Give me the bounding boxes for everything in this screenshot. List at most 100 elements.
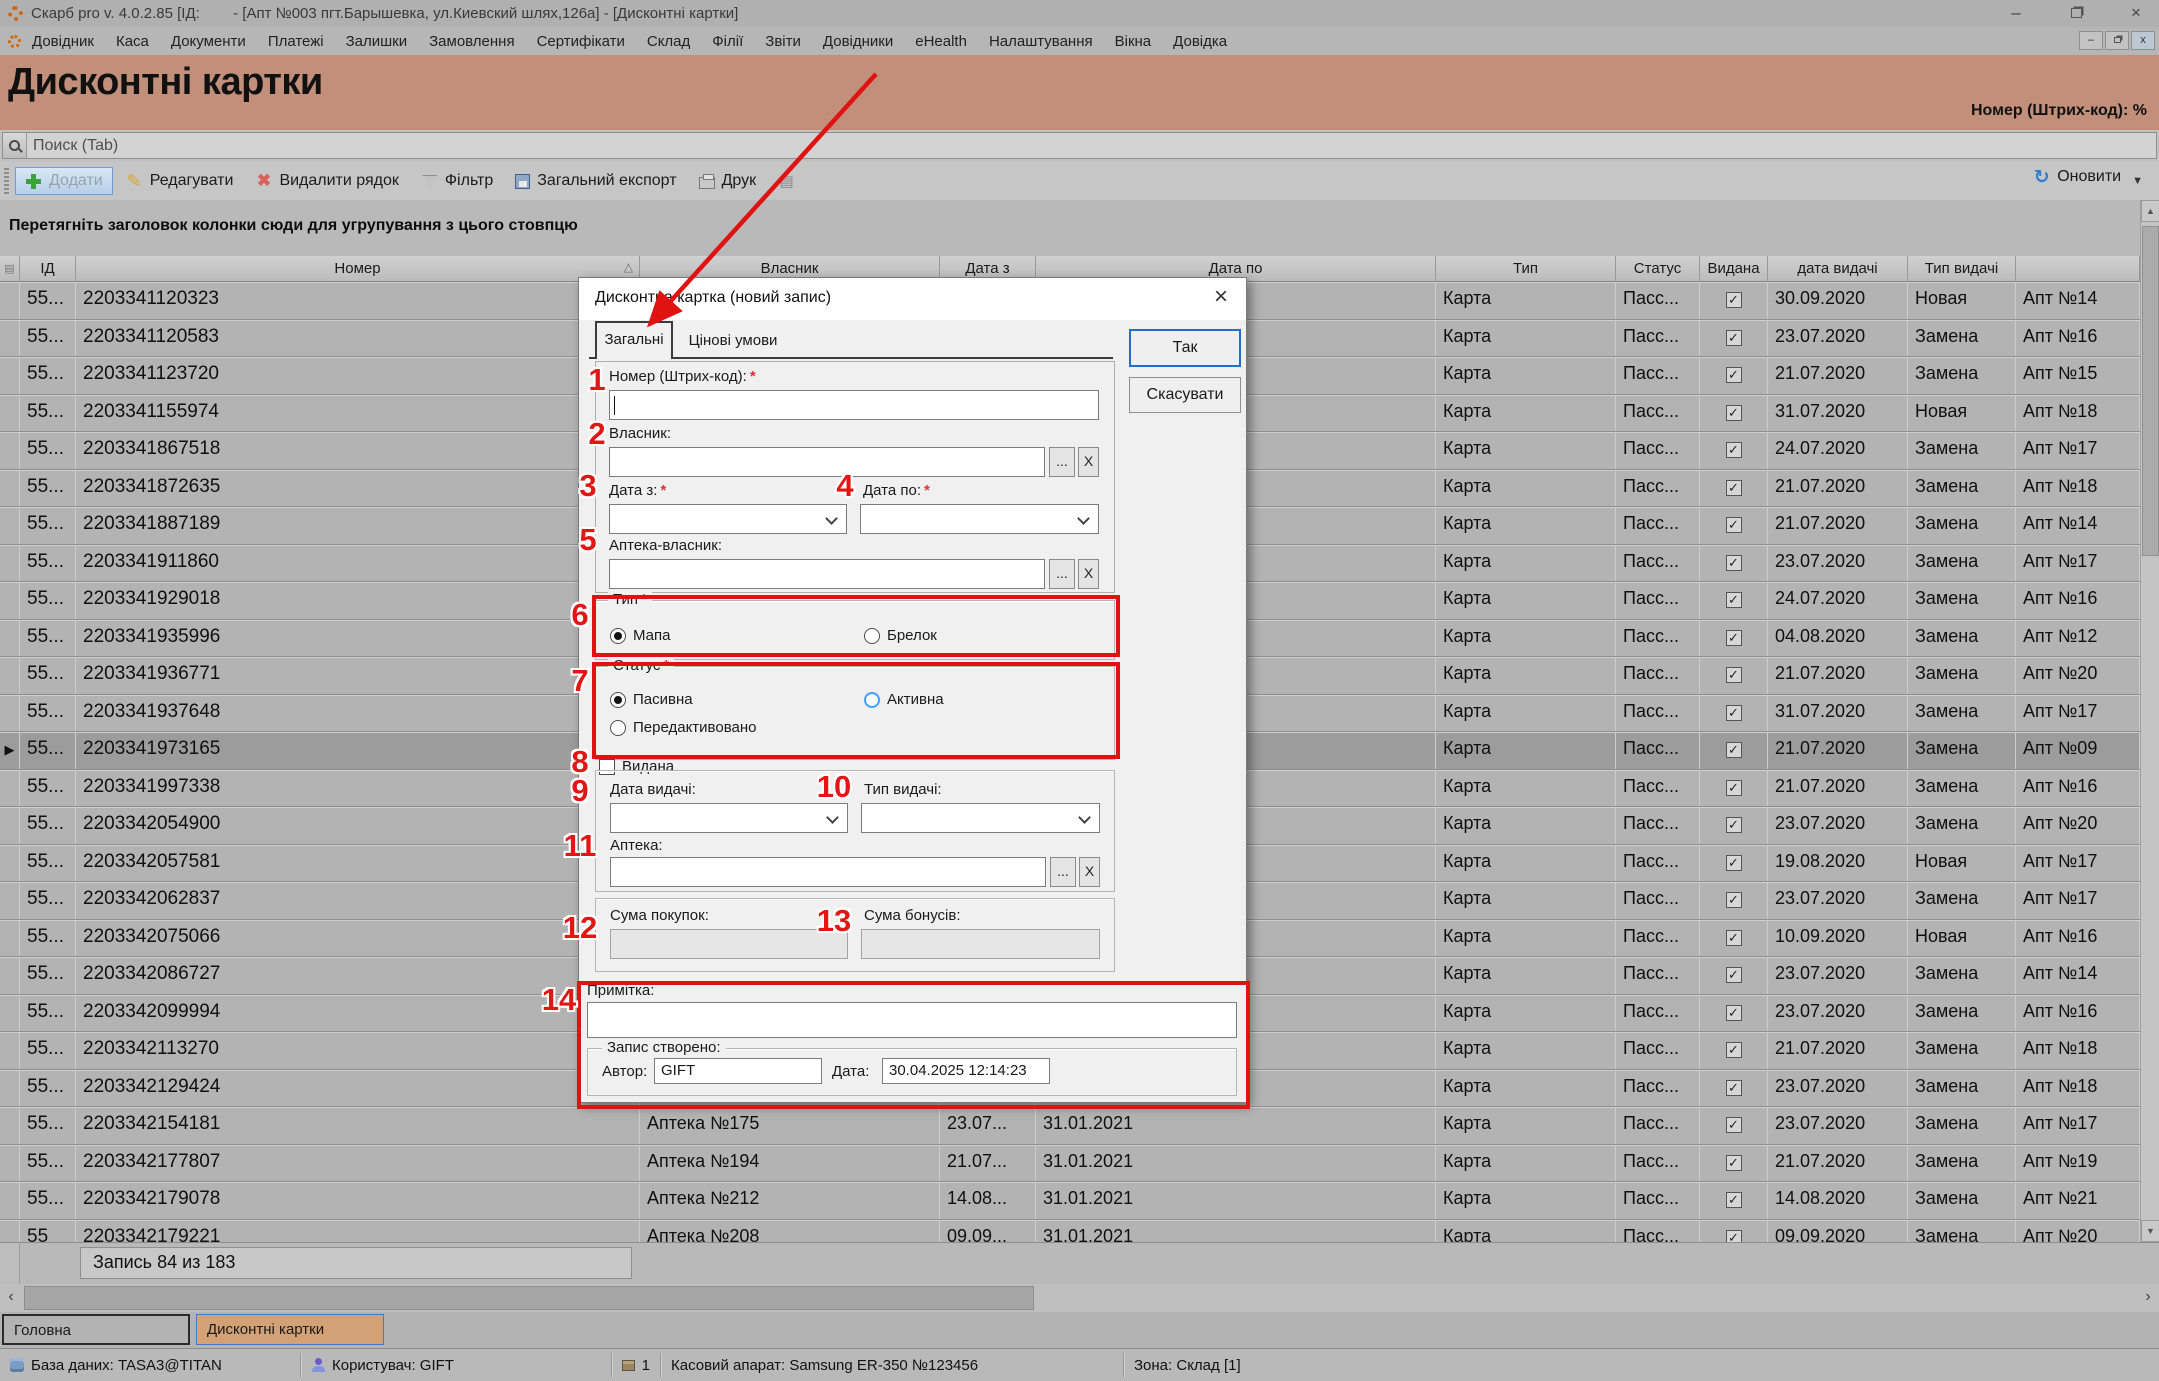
scroll-down-icon[interactable]: ▼ [2141,1220,2159,1242]
toolbar-button-export[interactable]: Загальний експорт [506,168,685,194]
minimize-button[interactable]: – [2003,3,2029,23]
issued-checkbox-icon[interactable]: ✓ [1726,967,1742,983]
toolbar-button-list[interactable]: ▤ [769,169,804,194]
toolbar-button-print[interactable]: Друк [690,168,766,194]
tab-holovna[interactable]: Головна [2,1314,190,1345]
toolbar-button-pencil[interactable]: ✎Редагувати [117,168,243,194]
issued-checkbox-icon[interactable]: ✓ [1726,1117,1742,1133]
issued-checkbox-icon[interactable]: ✓ [1726,442,1742,458]
column-header-10[interactable]: Тип видачі [1908,256,2016,282]
sort-ascending-icon[interactable]: △ [624,260,633,274]
dialog-close-icon[interactable]: × [1206,282,1236,312]
date-to-combo[interactable] [860,504,1099,534]
menu-item-вікна[interactable]: Вікна [1104,29,1163,54]
issued-checkbox-icon[interactable]: ✓ [1726,1005,1742,1021]
search-input[interactable]: Поиск (Tab) [2,132,2157,159]
issued-checkbox-icon[interactable]: ✓ [1726,667,1742,683]
menu-item-довідник[interactable]: Довідник [21,29,105,54]
grid-menu-icon[interactable]: ▤ [4,262,14,275]
refresh-button[interactable]: Оновити [2057,168,2121,186]
issued-checkbox-icon[interactable]: ✓ [1726,330,1742,346]
owner-input[interactable] [609,447,1045,477]
column-header-9[interactable]: дата видачі [1768,256,1908,282]
issued-checkbox-icon[interactable]: ✓ [1726,630,1742,646]
issued-checkbox-icon[interactable]: ✓ [1726,742,1742,758]
issued-checkbox-icon[interactable]: ✓ [1726,1080,1742,1096]
column-header-8[interactable]: Видана [1700,256,1768,282]
menu-item-сертифікати[interactable]: Сертифікати [526,29,636,54]
dialog-title-bar[interactable]: Дисконтна картка (новий запис) × [579,278,1246,320]
menu-item-замовлення[interactable]: Замовлення [418,29,525,54]
menu-item-довідники[interactable]: Довідники [812,29,904,54]
issued-checkbox-icon[interactable]: ✓ [1726,367,1742,383]
issued-checkbox-icon[interactable]: ✓ [1726,555,1742,571]
issue-date-combo[interactable] [610,803,848,833]
issued-checkbox-icon[interactable]: ✓ [1726,1192,1742,1208]
close-button[interactable]: × [2123,3,2149,23]
vertical-scroll-thumb[interactable] [2142,226,2159,556]
toolbar-button-delete[interactable]: ✖Видалити рядок [246,168,407,194]
toolbar-button-plus[interactable]: Додати [15,167,113,195]
menu-item-довідка[interactable]: Довідка [1162,29,1238,54]
ok-button[interactable]: Так [1129,329,1241,367]
scroll-up-icon[interactable]: ▲ [2141,200,2159,222]
restore-button[interactable] [2063,3,2089,23]
issued-checkbox-icon[interactable]: ✓ [1726,480,1742,496]
column-header-1[interactable]: ІД [20,256,76,282]
column-header-2[interactable]: Номер△ [76,256,640,282]
scroll-right-icon[interactable]: › [2137,1284,2159,1312]
menu-item-звіти[interactable]: Звіти [754,29,812,54]
issue-type-combo[interactable] [861,803,1100,833]
mdi-close-button[interactable]: x [2131,31,2155,50]
issued-checkbox-icon[interactable]: ✓ [1726,1042,1742,1058]
pharmacy-clear-button[interactable]: X [1079,857,1100,887]
table-row[interactable]: 55...2203342177807Аптека №19421.07...31.… [0,1145,2140,1183]
issued-checkbox-icon[interactable]: ✓ [1726,705,1742,721]
menu-item-платежі[interactable]: Платежі [257,29,335,54]
date-from-combo[interactable] [609,504,847,534]
table-row[interactable]: 55...2203342179078Аптека №21214.08...31.… [0,1182,2140,1220]
scroll-left-icon[interactable]: ‹ [0,1284,22,1312]
tab-zahalni[interactable]: Загальні [595,321,673,359]
pharmacy-owner-clear-button[interactable]: X [1078,559,1099,589]
menu-item-ehealth[interactable]: eHealth [904,29,978,54]
column-header-7[interactable]: Статус [1616,256,1700,282]
grouping-panel[interactable]: Перетягніть заголовок колонки сюди для у… [0,200,2159,256]
horizontal-scroll-thumb[interactable] [24,1286,1034,1310]
mdi-minimize-button[interactable]: – [2079,31,2103,50]
radio-mapa[interactable]: Мапа [610,627,670,644]
table-row[interactable]: 552203342179221Аптека №20809.09...31.01.… [0,1220,2140,1243]
menu-item-каса[interactable]: Каса [105,29,160,54]
horizontal-scrollbar[interactable]: ‹ › [0,1284,2159,1312]
issued-checkbox-icon[interactable]: ✓ [1726,405,1742,421]
menu-item-склад[interactable]: Склад [636,29,701,54]
tab-tsinovi-umovy[interactable]: Цінові умови [677,328,789,356]
tab-diskontni-kartky[interactable]: Дисконтні картки [196,1314,384,1345]
column-header-6[interactable]: Тип [1436,256,1616,282]
toolbar-button-filter[interactable]: Фільтр [412,168,502,194]
pharmacy-owner-input[interactable] [609,559,1045,589]
owner-clear-button[interactable]: X [1078,447,1099,477]
menu-item-налаштування[interactable]: Налаштування [978,29,1104,54]
issued-checkbox-icon[interactable]: ✓ [1726,780,1742,796]
menu-item-залишки[interactable]: Залишки [335,29,419,54]
issued-checkbox-icon[interactable]: ✓ [1726,592,1742,608]
vertical-scrollbar[interactable]: ▲ ▼ [2140,200,2159,1242]
menu-item-філії[interactable]: Філії [701,29,754,54]
owner-browse-button[interactable]: ... [1049,447,1075,477]
table-row[interactable]: 55...2203342154181Аптека №17523.07...31.… [0,1107,2140,1145]
pharmacy-owner-browse-button[interactable]: ... [1049,559,1075,589]
toolbar-drag-handle[interactable] [4,168,9,194]
issued-checkbox-icon[interactable]: ✓ [1726,1155,1742,1171]
cancel-button[interactable]: Скасувати [1129,377,1241,413]
radio-brelok[interactable]: Брелок [864,627,937,644]
refresh-caret-icon[interactable]: ▼ [2132,175,2143,187]
number-input[interactable] [609,390,1099,420]
menu-item-документи[interactable]: Документи [160,29,257,54]
mdi-restore-button[interactable] [2105,31,2129,50]
note-textarea[interactable] [587,1002,1237,1038]
column-header-11[interactable] [2016,256,2140,282]
radio-pasyvna[interactable]: Пасивна [610,691,693,708]
radio-aktyvna[interactable]: Активна [864,691,944,708]
issued-checkbox-icon[interactable]: ✓ [1726,1230,1742,1243]
